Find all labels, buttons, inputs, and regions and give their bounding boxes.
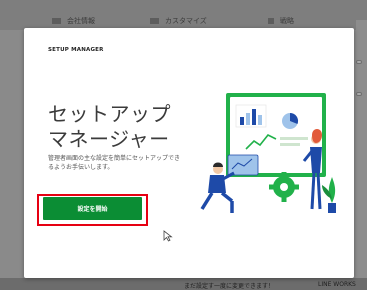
modal-header: SETUP MANAGER — [48, 47, 104, 53]
bg-tab-strategy: 戦略 — [268, 16, 294, 26]
bg-bottom-left-text: まだ設定す一度に変更できます！ — [184, 283, 275, 290]
bg-tab-customize: カスタマイズ — [150, 16, 207, 26]
modal-description: 管理者画面の主な設定を簡単にセットアップできるようお手伝いします。 — [48, 155, 181, 171]
modal-title-line-2: マネージャー — [48, 127, 170, 151]
pie-chart-icon — [282, 112, 299, 129]
cursor-icon — [163, 230, 173, 242]
bg-tab-company-info: 会社情報 — [52, 16, 95, 26]
bg-right-pill-2 — [356, 92, 362, 96]
bg-bottom-right-text: LINE WORKS — [318, 281, 356, 288]
bg-right-pill-1 — [356, 60, 362, 64]
document-icon — [52, 18, 61, 24]
chart-icon — [235, 104, 267, 128]
modal-title: セットアップ マネージャー — [48, 102, 171, 152]
magic-wand-icon — [150, 18, 159, 24]
start-setup-button[interactable]: 設定を開始 — [43, 197, 142, 220]
chart-icon — [268, 18, 274, 24]
setup-illustration — [200, 93, 336, 213]
setup-manager-modal: SETUP MANAGER セットアップ マネージャー 管理者画面の主な設定を簡… — [24, 28, 354, 278]
modal-title-line-1: セットアップ — [48, 102, 171, 126]
